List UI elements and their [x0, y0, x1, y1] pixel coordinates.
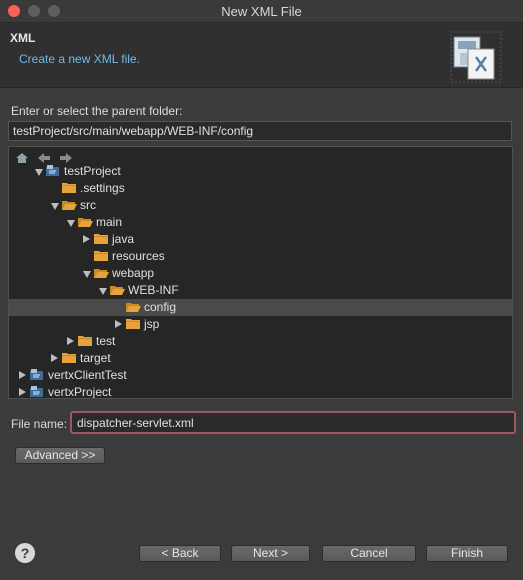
tree-item-label: resources	[112, 249, 165, 263]
tree-item[interactable]: test	[9, 333, 512, 350]
parent-folder-input[interactable]	[8, 121, 512, 141]
folder-open-icon	[126, 303, 141, 312]
tree-item[interactable]: src	[9, 197, 512, 214]
tree-item[interactable]: main	[9, 214, 512, 231]
tree-item-label: .settings	[80, 181, 125, 195]
tree-item[interactable]: testProject	[9, 163, 512, 180]
expand-twisty-icon[interactable]	[67, 220, 75, 227]
tree-item-label: vertxProject	[48, 385, 112, 399]
window-title: New XML File	[221, 4, 302, 19]
tree-item-label: testProject	[64, 164, 121, 178]
banner-description: Create a new XML file.	[19, 52, 140, 66]
collapse-twisty-icon[interactable]	[83, 235, 90, 243]
tree-item-label: src	[80, 198, 96, 212]
folder-icon	[126, 319, 140, 329]
tree-item[interactable]: jsp	[9, 316, 512, 333]
expand-twisty-icon[interactable]	[99, 288, 107, 295]
collapse-twisty-icon[interactable]	[51, 354, 58, 362]
help-icon[interactable]: ?	[15, 543, 35, 563]
folder-open-icon	[78, 218, 93, 227]
tree-item[interactable]: WEB-INF	[9, 282, 512, 299]
tree-item-label: config	[144, 300, 177, 314]
tree-item[interactable]: java	[9, 231, 512, 248]
expand-twisty-icon[interactable]	[83, 271, 91, 278]
wizard-banner: XML Create a new XML file.	[0, 23, 523, 88]
folder-tree[interactable]: testProject .settings src main java resources…	[8, 146, 513, 399]
tree-item-label: main	[96, 215, 123, 229]
folder-icon	[62, 353, 76, 363]
tree-item[interactable]: target	[9, 350, 512, 367]
collapse-twisty-icon[interactable]	[67, 337, 74, 345]
file-name-input[interactable]	[70, 411, 516, 434]
tree-item[interactable]: vertxProject	[9, 384, 512, 399]
collapse-twisty-icon[interactable]	[115, 320, 122, 328]
cancel-button[interactable]: Cancel	[322, 545, 416, 562]
project-icon	[30, 386, 43, 397]
folder-open-icon	[62, 201, 77, 210]
folder-icon	[94, 251, 108, 261]
expand-twisty-icon[interactable]	[35, 169, 43, 176]
tree-item-label: webapp	[112, 266, 155, 280]
collapse-twisty-icon[interactable]	[19, 371, 26, 379]
file-name-label: File name:	[11, 417, 68, 431]
tree-item-label: java	[112, 232, 135, 246]
tree-item-label: test	[96, 334, 116, 348]
xml-wizard-icon	[450, 31, 502, 83]
advanced-button[interactable]: Advanced >>	[15, 447, 105, 464]
folder-open-icon	[94, 269, 109, 278]
project-icon	[46, 165, 59, 176]
folder-open-icon	[110, 286, 125, 295]
project-icon	[30, 369, 43, 380]
parent-folder-label: Enter or select the parent folder:	[11, 104, 183, 118]
tree-item[interactable]: webapp	[9, 265, 512, 282]
folder-icon	[62, 183, 76, 193]
banner-title: XML	[10, 31, 36, 45]
tree-item-label: WEB-INF	[128, 283, 179, 297]
tree-item-label: vertxClientTest	[48, 368, 127, 382]
tree-item[interactable]: config	[9, 299, 512, 316]
expand-twisty-icon[interactable]	[51, 203, 59, 210]
tree-item[interactable]: vertxClientTest	[9, 367, 512, 384]
tree-item[interactable]: resources	[9, 248, 512, 265]
next-button[interactable]: Next >	[231, 545, 310, 562]
finish-button[interactable]: Finish	[426, 545, 508, 562]
folder-icon	[94, 234, 108, 244]
back-button[interactable]: < Back	[139, 545, 221, 562]
tree-item[interactable]: .settings	[9, 180, 512, 197]
title-bar: New XML File	[0, 0, 523, 23]
folder-icon	[78, 336, 92, 346]
collapse-twisty-icon[interactable]	[19, 388, 26, 396]
tree-item-label: target	[80, 351, 111, 365]
tree-item-label: jsp	[144, 317, 160, 331]
